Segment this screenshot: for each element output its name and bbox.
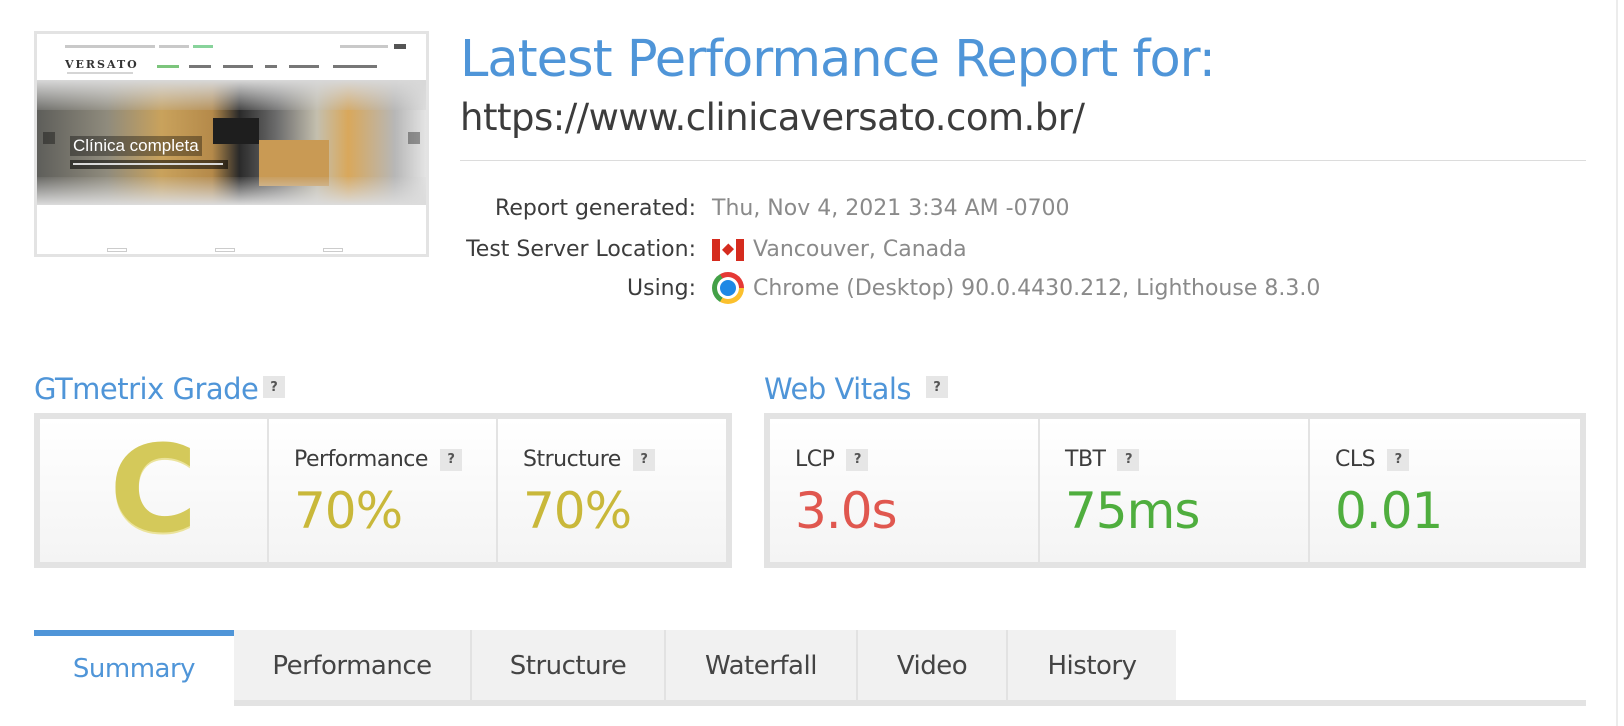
using-label: Using: — [627, 276, 696, 301]
grade-cell: C — [40, 419, 269, 562]
cls-label: CLS ? — [1335, 447, 1410, 472]
tab-structure[interactable]: Structure — [472, 630, 666, 702]
gtmetrix-grade-title: GTmetrix Grade — [34, 372, 259, 406]
cls-value: 0.01 — [1335, 482, 1443, 540]
web-vitals-panel: LCP ? 3.0s TBT ? 75ms CLS ? 0.01 — [764, 413, 1586, 568]
header-divider — [460, 160, 1586, 161]
slider-prev-icon — [43, 132, 55, 144]
tab-video[interactable]: Video — [858, 630, 1008, 702]
report-url[interactable]: https://www.clinicaversato.com.br/ — [460, 96, 1085, 139]
screenshot-topbar — [37, 34, 426, 56]
location-text: Vancouver, Canada — [753, 237, 967, 262]
lcp-label: LCP ? — [795, 447, 869, 472]
report-generated-value: Thu, Nov 4, 2021 3:34 AM -0700 — [712, 196, 1070, 221]
gtmetrix-grade-help-icon[interactable]: ? — [263, 376, 285, 398]
screenshot-logo: VERSATO — [65, 58, 139, 71]
lcp-value: 3.0s — [795, 482, 898, 540]
page-edge-divider — [1616, 0, 1618, 726]
cls-cell: CLS ? 0.01 — [1310, 419, 1580, 562]
test-server-location-value: Vancouver, Canada — [712, 237, 967, 262]
lcp-help-icon[interactable]: ? — [846, 448, 869, 471]
performance-cell: Performance ? 70% — [269, 419, 498, 562]
report-generated-label: Report generated: — [495, 196, 696, 221]
structure-value: 70% — [523, 482, 632, 540]
structure-label: Structure ? — [523, 447, 655, 472]
tbt-cell: TBT ? 75ms — [1040, 419, 1310, 562]
structure-help-icon[interactable]: ? — [632, 448, 655, 471]
tab-performance[interactable]: Performance — [234, 630, 472, 702]
using-value: Chrome (Desktop) 90.0.4430.212, Lighthou… — [712, 272, 1320, 304]
web-vitals-title: Web Vitals — [764, 372, 912, 406]
screenshot-subcaption — [70, 160, 228, 169]
tbt-value: 75ms — [1065, 482, 1200, 540]
lcp-cell: LCP ? 3.0s — [770, 419, 1040, 562]
grade-letter: C — [109, 421, 198, 560]
page-screenshot-thumbnail[interactable]: VERSATO Clínica completa — [34, 31, 429, 257]
report-title: Latest Performance Report for: — [460, 30, 1216, 89]
web-vitals-help-icon[interactable]: ? — [926, 376, 948, 398]
tab-waterfall[interactable]: Waterfall — [666, 630, 858, 702]
performance-help-icon[interactable]: ? — [439, 448, 462, 471]
tabs-underline — [234, 700, 1586, 706]
screenshot-navbar: VERSATO — [37, 56, 426, 80]
gtmetrix-grade-panel: C Performance ? 70% Structure ? 70% — [34, 413, 732, 568]
performance-label: Performance ? — [294, 447, 462, 472]
canada-flag-icon — [712, 238, 744, 261]
tbt-label: TBT ? — [1065, 447, 1140, 472]
cls-help-icon[interactable]: ? — [1387, 448, 1410, 471]
chrome-icon — [712, 272, 744, 304]
browser-text: Chrome (Desktop) 90.0.4430.212, Lighthou… — [753, 275, 1321, 301]
screenshot-caption: Clínica completa — [70, 136, 202, 156]
tbt-help-icon[interactable]: ? — [1117, 448, 1140, 471]
structure-cell: Structure ? 70% — [498, 419, 726, 562]
tab-history[interactable]: History — [1008, 630, 1176, 702]
tab-summary[interactable]: Summary — [34, 630, 234, 702]
report-tabs: Summary Performance Structure Waterfall … — [34, 630, 1176, 702]
test-server-location-label: Test Server Location: — [466, 237, 696, 262]
screenshot-hero-image: Clínica completa — [37, 80, 426, 205]
performance-value: 70% — [294, 482, 403, 540]
slider-next-icon — [408, 132, 420, 144]
